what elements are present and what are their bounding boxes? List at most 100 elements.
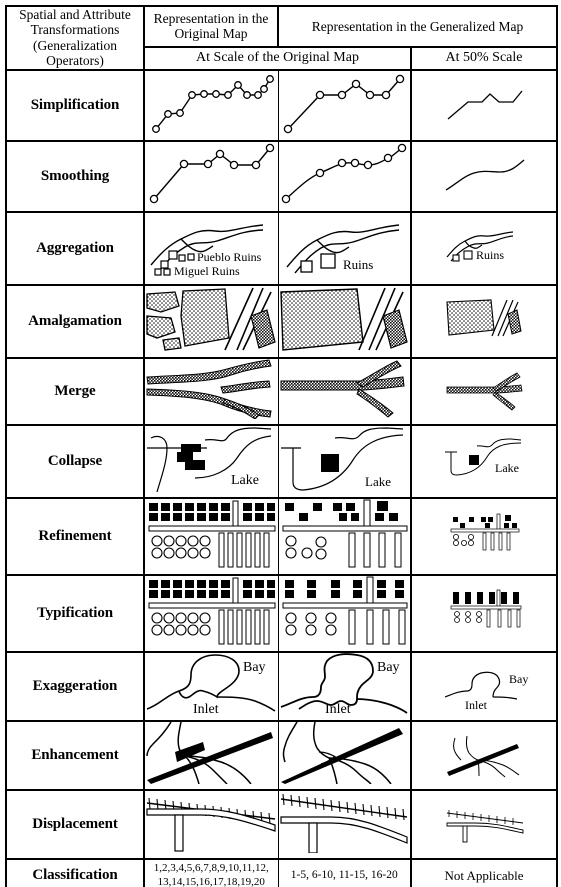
exaggeration-half-graphic: Bay Inlet	[444, 671, 528, 712]
table-row-smoothing: Smoothing	[5, 139, 558, 212]
enhancement-generalized-graphic	[281, 721, 404, 785]
exaggeration-original-graphic: Bay Inlet	[146, 653, 276, 717]
exaggeration-label-inlet: Inlet	[193, 702, 219, 715]
enhancement-original-graphic	[146, 721, 274, 785]
enhancement-half-graphic	[447, 735, 520, 777]
cell-smoothing-original	[143, 139, 279, 212]
header-generalized-map: Representation in the Generalized Map	[277, 5, 558, 48]
table-row-merge: Merge	[5, 356, 558, 425]
row-label-simplification: Simplification	[5, 68, 145, 141]
row-label-smoothing: Smoothing	[5, 139, 145, 212]
row-label-aggregation: Aggregation	[5, 210, 145, 285]
cell-typification-original	[143, 573, 279, 652]
collapse-label-lake-gen: Lake	[365, 474, 391, 489]
refinement-original-graphic	[148, 500, 276, 567]
collapse-half-graphic: Lake	[445, 437, 522, 475]
cell-refinement-original	[143, 496, 279, 575]
cell-smoothing-generalized-full	[277, 139, 412, 212]
row-label-displacement: Displacement	[5, 788, 145, 859]
row-label-classification: Classification	[5, 857, 145, 887]
cell-amalgamation-generalized-full	[277, 283, 412, 358]
merge-original-graphic	[146, 358, 272, 420]
table-row-classification: Classification 1,2,3,4,5,6,7,8,9,10,11,1…	[5, 857, 558, 887]
simplification-original-graphic	[152, 74, 275, 133]
typification-half-graphic	[450, 589, 522, 627]
aggregation-generalized-graphic: Ruins	[286, 223, 400, 273]
exaggeration-half-label-bay: Bay	[509, 672, 528, 686]
row-label-typification: Typification	[5, 573, 145, 652]
collapse-label-lake: Lake	[231, 473, 259, 488]
smoothing-half-graphic	[445, 159, 525, 191]
cell-typification-generalized-half	[410, 573, 558, 652]
table-row-amalgamation: Amalgamation	[5, 283, 558, 358]
header-row-label: Spatial and Attribute Transformations (G…	[5, 5, 145, 70]
cell-simplification-generalized-full	[277, 68, 412, 141]
cell-aggregation-generalized-full: Ruins	[277, 210, 412, 285]
typification-original-graphic	[148, 577, 276, 644]
table-header-row: Spatial and Attribute Transformations (G…	[5, 5, 558, 70]
aggregation-original-graphic: Pueblo Ruins Miguel Ruins	[150, 223, 264, 278]
cell-classification-generalized-full: 1-5, 6-10, 11-15, 16-20	[277, 857, 412, 887]
cell-refinement-generalized-full	[277, 496, 412, 575]
row-label-amalgamation: Amalgamation	[5, 283, 145, 358]
exaggeration-label-bay-gen: Bay	[377, 660, 400, 675]
amalgamation-generalized-graphic	[280, 287, 408, 351]
refinement-half-graphic	[450, 513, 520, 550]
aggregation-label-miguel: Miguel Ruins	[174, 264, 240, 278]
cell-classification-original: 1,2,3,4,5,6,7,8,9,10,11,12, 13,14,15,16,…	[143, 857, 279, 887]
collapse-half-label-lake: Lake	[495, 461, 519, 475]
smoothing-original-graphic	[150, 143, 275, 203]
cell-displacement-generalized-half	[410, 788, 558, 859]
cell-aggregation-generalized-half: Ruins	[410, 210, 558, 285]
table-row-refinement: Refinement	[5, 496, 558, 575]
cell-aggregation-original: Pueblo Ruins Miguel Ruins	[143, 210, 279, 285]
cell-exaggeration-generalized-half: Bay Inlet	[410, 650, 558, 721]
table-row-aggregation: Aggregation Pueblo Ruins Miguel Ruins Ru…	[5, 210, 558, 285]
collapse-original-graphic: Lake	[147, 426, 272, 492]
cell-smoothing-generalized-half	[410, 139, 558, 212]
cell-merge-generalized-half	[410, 356, 558, 425]
typification-generalized-graphic	[282, 576, 408, 644]
aggregation-label-ruins: Ruins	[343, 257, 373, 272]
amalgamation-original-graphic	[146, 287, 276, 351]
generalization-operators-table-page: Spatial and Attribute Transformations (G…	[0, 0, 561, 887]
cell-enhancement-generalized-half	[410, 719, 558, 790]
cell-displacement-original	[143, 788, 279, 859]
simplification-generalized-graphic	[284, 74, 405, 133]
header-original-map: Representation in the Original Map	[143, 5, 279, 48]
subheader-full-scale: At Scale of the Original Map	[143, 45, 412, 70]
table-row-displacement: Displacement	[5, 788, 558, 859]
cell-exaggeration-original: Bay Inlet	[143, 650, 279, 721]
amalgamation-half-graphic	[446, 298, 522, 336]
simplification-half-graphic	[447, 90, 523, 119]
merge-generalized-graphic	[280, 359, 405, 418]
cell-collapse-generalized-full: Lake	[277, 423, 412, 498]
cell-collapse-original: Lake	[143, 423, 279, 498]
cell-amalgamation-generalized-half	[410, 283, 558, 358]
cell-exaggeration-generalized-full: Bay Inlet	[277, 650, 412, 721]
aggregation-label-pueblo: Pueblo Ruins	[197, 250, 262, 264]
cell-collapse-generalized-half: Lake	[410, 423, 558, 498]
table-row-exaggeration: Exaggeration Bay Inlet Bay Inlet Bay Inl…	[5, 650, 558, 721]
merge-half-graphic	[446, 371, 523, 411]
row-label-refinement: Refinement	[5, 496, 145, 575]
cell-simplification-original	[143, 68, 279, 141]
cell-merge-original	[143, 356, 279, 425]
row-label-exaggeration: Exaggeration	[5, 650, 145, 721]
aggregation-half-label-ruins: Ruins	[476, 248, 504, 262]
generalization-operators-table: Spatial and Attribute Transformations (G…	[5, 5, 559, 887]
cell-classification-generalized-half: Not Applicable	[410, 857, 558, 887]
collapse-generalized-graphic: Lake	[281, 426, 404, 491]
subheader-half-scale: At 50% Scale	[410, 45, 558, 70]
table-row-typification: Typification	[5, 573, 558, 652]
refinement-generalized-graphic	[282, 499, 408, 567]
aggregation-half-graphic: Ruins	[446, 230, 514, 262]
table-row-simplification: Simplification	[5, 68, 558, 141]
cell-enhancement-original	[143, 719, 279, 790]
cell-enhancement-generalized-full	[277, 719, 412, 790]
displacement-generalized-graphic	[280, 793, 408, 854]
cell-simplification-generalized-half	[410, 68, 558, 141]
exaggeration-half-label-inlet: Inlet	[465, 698, 488, 712]
displacement-original-graphic	[146, 797, 276, 852]
row-label-merge: Merge	[5, 356, 145, 425]
